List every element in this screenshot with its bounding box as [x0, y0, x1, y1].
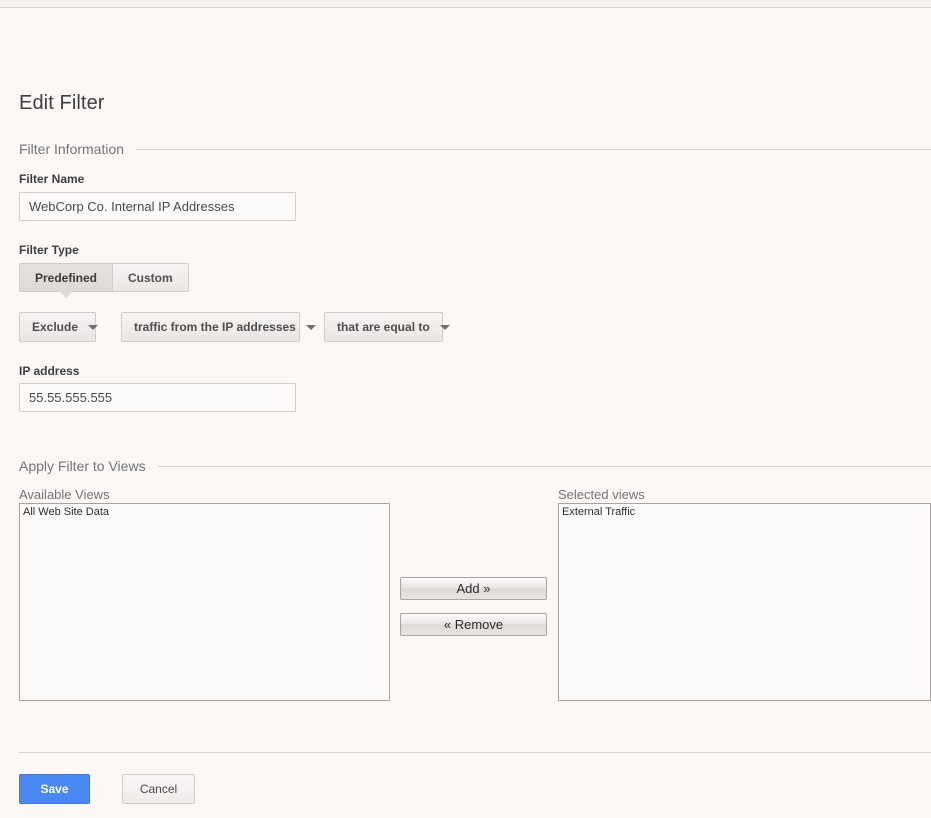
tab-caret-icon — [59, 291, 73, 298]
page-title: Edit Filter — [19, 92, 105, 114]
chevron-down-icon — [88, 324, 99, 330]
available-views-label: Available Views — [19, 487, 110, 502]
filter-type-tabs: Predefined Custom — [19, 263, 189, 299]
chevron-down-icon — [305, 324, 316, 330]
cancel-button[interactable]: Cancel — [122, 774, 195, 804]
tab-predefined[interactable]: Predefined — [19, 263, 113, 299]
section-title-apply-filter-to-views: Apply Filter to Views — [19, 458, 146, 474]
filter-match-value: that are equal to — [337, 320, 430, 334]
filter-name-label: Filter Name — [19, 172, 85, 186]
section-title-filter-information: Filter Information — [19, 141, 125, 157]
list-item[interactable]: External Traffic — [559, 504, 930, 520]
filter-field-dropdown[interactable]: traffic from the IP addresses — [121, 312, 316, 342]
filter-field-value: traffic from the IP addresses — [134, 320, 296, 334]
filter-type-dropdown-row: Exclude traffic from the IP addresses th… — [19, 312, 450, 342]
ip-address-label: IP address — [19, 364, 80, 378]
ip-address-input[interactable] — [19, 383, 296, 412]
edit-filter-page: Edit Filter Filter Information Filter Na… — [0, 8, 931, 818]
section-rule — [136, 148, 931, 150]
available-views-listbox[interactable]: All Web Site Data — [19, 503, 390, 701]
chevron-down-icon — [439, 324, 450, 330]
footer-divider — [19, 752, 931, 753]
list-item[interactable]: All Web Site Data — [20, 504, 389, 520]
top-strip — [0, 0, 931, 7]
selected-views-label: Selected views — [558, 487, 645, 502]
section-header-apply-filter-to-views: Apply Filter to Views — [19, 458, 931, 474]
remove-view-button[interactable]: « Remove — [400, 613, 547, 636]
transfer-buttons: Add » « Remove — [400, 577, 547, 649]
tab-predefined-label: Predefined — [35, 270, 98, 285]
save-button[interactable]: Save — [19, 774, 90, 804]
tab-custom-label: Custom — [128, 270, 173, 285]
tab-custom[interactable]: Custom — [112, 263, 189, 292]
filter-type-label: Filter Type — [19, 243, 79, 257]
section-header-filter-information: Filter Information — [19, 141, 931, 157]
selected-views-listbox[interactable]: External Traffic — [558, 503, 931, 701]
filter-action-value: Exclude — [32, 320, 79, 334]
add-view-button[interactable]: Add » — [400, 577, 547, 600]
filter-match-dropdown[interactable]: that are equal to — [324, 312, 450, 342]
section-rule — [157, 465, 931, 467]
filter-name-input[interactable] — [19, 192, 296, 221]
filter-action-dropdown[interactable]: Exclude — [19, 312, 99, 342]
footer-actions: Save Cancel — [19, 774, 195, 804]
